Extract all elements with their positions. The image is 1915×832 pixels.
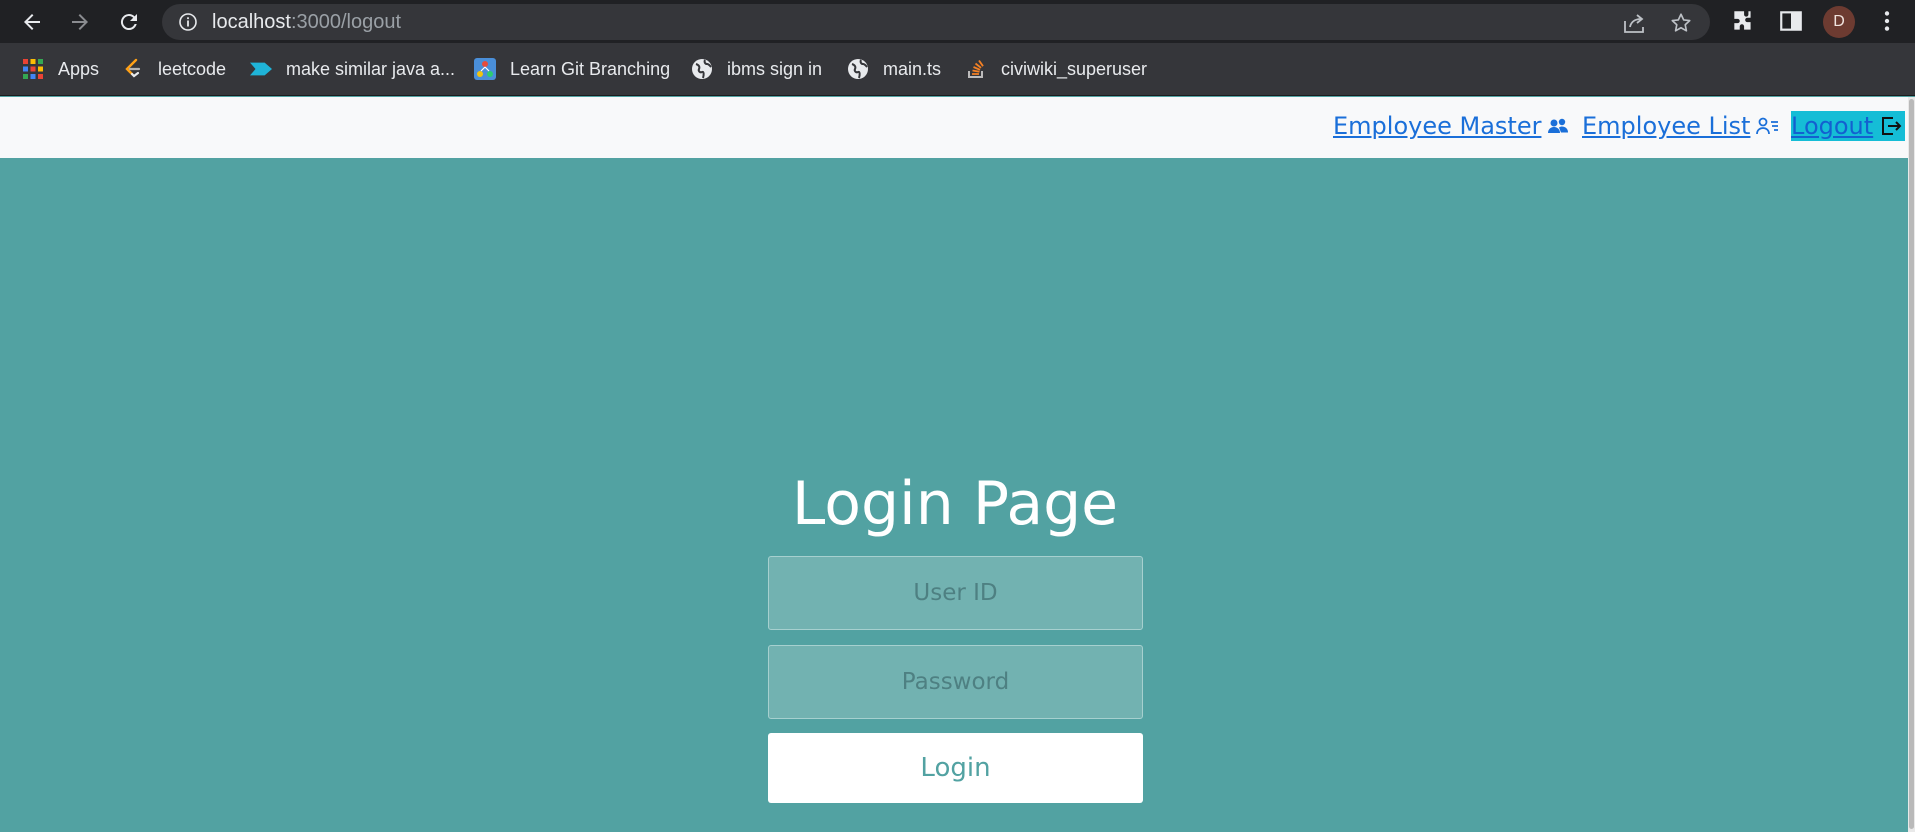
nav-logout-label: Logout xyxy=(1791,112,1874,140)
globe-icon xyxy=(691,58,713,80)
page-scrollbar[interactable] xyxy=(1908,97,1915,832)
nav-employee-master-label: Employee Master xyxy=(1333,112,1542,140)
forward-button[interactable] xyxy=(64,6,96,38)
globe-icon xyxy=(847,58,869,80)
login-button[interactable]: Login xyxy=(768,733,1143,803)
bookmark-ibms-sign-in[interactable]: ibms sign in xyxy=(691,56,822,82)
nav-logout[interactable]: Logout xyxy=(1791,111,1906,141)
bookmark-leetcode[interactable]: leetcode xyxy=(122,56,226,82)
address-bar[interactable]: localhost:3000/logout xyxy=(162,4,1710,40)
bookmark-apps[interactable]: Apps xyxy=(22,56,99,82)
reload-icon xyxy=(120,14,137,31)
page-title: Login Page xyxy=(791,469,1119,539)
bookmark-civiwiki-superuser[interactable]: civiwiki_superuser xyxy=(965,56,1147,82)
bookmark-label: make similar java a... xyxy=(286,58,456,79)
scrollbar-thumb[interactable] xyxy=(1909,99,1914,829)
bookmark-label: main.ts xyxy=(883,58,942,79)
share-icon[interactable] xyxy=(1622,12,1646,34)
leetcode-icon xyxy=(122,58,144,80)
bookmark-label: ibms sign in xyxy=(727,58,823,79)
arrow-right-icon xyxy=(72,14,88,30)
bookmark-label: Apps xyxy=(58,58,100,79)
bookmark-learn-git-branching[interactable]: Learn Git Branching xyxy=(474,56,670,82)
nav-employee-list-label: Employee List xyxy=(1582,112,1751,140)
app-navbar: Employee Master Employee List Logout xyxy=(0,97,1908,158)
password-input[interactable] xyxy=(768,645,1143,719)
person-lines-icon xyxy=(1756,117,1779,135)
info-icon[interactable] xyxy=(178,12,198,32)
bookmark-label: civiwiki_superuser xyxy=(1001,58,1148,79)
bookmark-make-similar-java[interactable]: make similar java a... xyxy=(250,56,455,82)
logout-icon xyxy=(1882,117,1902,135)
git-branch-icon xyxy=(474,58,496,80)
profile-avatar[interactable]: D xyxy=(1823,6,1855,38)
kebab-menu-icon[interactable] xyxy=(1874,8,1900,34)
nav-employee-list[interactable]: Employee List xyxy=(1582,111,1780,141)
arrow-left-icon xyxy=(24,14,40,30)
browser-toolbar: localhost:3000/logout D xyxy=(0,0,1915,43)
reload-button[interactable] xyxy=(113,6,145,38)
stackoverflow-icon xyxy=(965,58,987,80)
bookmark-main-ts[interactable]: main.ts xyxy=(847,56,941,82)
bookmark-star-icon[interactable] xyxy=(1670,12,1692,34)
bookmarks-bar: Apps leetcode make similar java a... Lea… xyxy=(0,43,1915,96)
people-icon xyxy=(1548,118,1569,133)
url-path: :3000/logout xyxy=(290,11,402,33)
apps-grid-icon xyxy=(22,58,44,80)
nav-employee-master[interactable]: Employee Master xyxy=(1333,111,1569,141)
bookmark-label: leetcode xyxy=(158,58,227,79)
side-panel-icon[interactable] xyxy=(1778,8,1804,34)
bookmark-label: Learn Git Branching xyxy=(510,58,671,79)
extensions-icon[interactable] xyxy=(1730,8,1756,34)
url-host: localhost xyxy=(212,11,291,33)
chevron-tag-icon xyxy=(250,58,272,80)
url-text[interactable]: localhost:3000/logout xyxy=(212,12,401,32)
back-button[interactable] xyxy=(16,6,48,38)
user-id-input[interactable] xyxy=(768,556,1143,630)
